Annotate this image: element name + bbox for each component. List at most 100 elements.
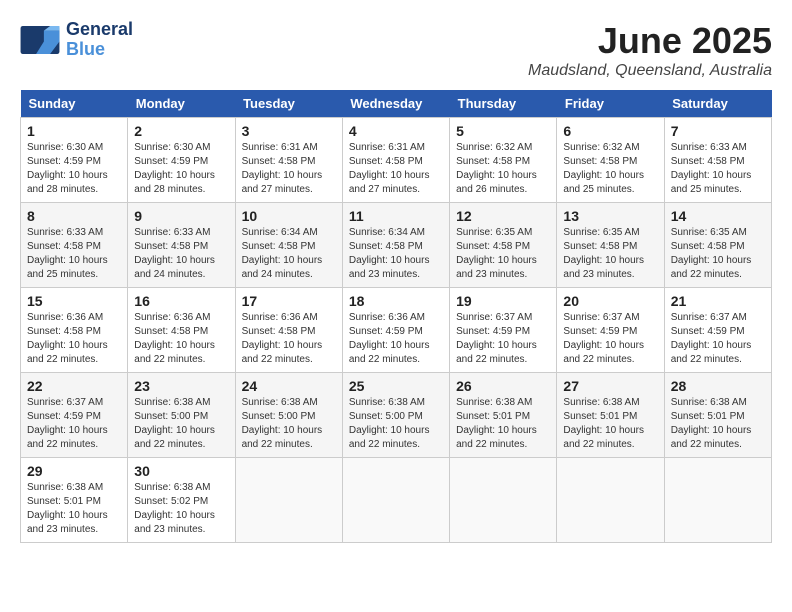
day-info: Sunrise: 6:31 AM Sunset: 4:58 PM Dayligh… (242, 141, 336, 197)
day-info: Sunrise: 6:37 AM Sunset: 4:59 PM Dayligh… (27, 396, 121, 452)
logo-general: General (66, 20, 133, 40)
calendar-day-cell: 25Sunrise: 6:38 AM Sunset: 5:00 PM Dayli… (342, 373, 449, 458)
header-friday: Friday (557, 90, 664, 118)
calendar-day-cell: 29 Sunrise: 6:38 AM Sunset: 5:01 PM Dayli… (21, 458, 128, 543)
day-number: 2 (134, 123, 228, 139)
day-number: 20 (563, 293, 657, 309)
calendar-week-row: 1Sunrise: 6:30 AM Sunset: 4:59 PM Daylig… (21, 118, 772, 203)
day-info: Sunrise: 6:38 AM Sunset: 5:01 PM Dayligh… (27, 481, 121, 537)
calendar-day-cell: 22 Sunrise: 6:37 AM Sunset: 4:59 PM Dayli… (21, 373, 128, 458)
calendar-day-cell: 9 Sunrise: 6:33 AM Sunset: 4:58 PM Daylig… (128, 203, 235, 288)
month-year-title: June 2025 (528, 20, 772, 62)
calendar-day-cell: 11 Sunrise: 6:34 AM Sunset: 4:58 PM Dayli… (342, 203, 449, 288)
title-section: June 2025 Maudsland, Queensland, Austral… (528, 20, 772, 80)
calendar-day-cell: 30 Sunrise: 6:38 AM Sunset: 5:02 PM Dayli… (128, 458, 235, 543)
day-info: Sunrise: 6:38 AM Sunset: 5:02 PM Dayligh… (134, 481, 228, 537)
day-info: Sunrise: 6:31 AM Sunset: 4:58 PM Dayligh… (349, 141, 443, 197)
calendar-day-cell: 21 Sunrise: 6:37 AM Sunset: 4:59 PM Dayli… (664, 288, 771, 373)
day-info: Sunrise: 6:35 AM Sunset: 4:58 PM Dayligh… (563, 226, 657, 282)
day-info: Sunrise: 6:36 AM Sunset: 4:58 PM Dayligh… (27, 311, 121, 367)
day-info: Sunrise: 6:32 AM Sunset: 4:58 PM Dayligh… (456, 141, 550, 197)
header-monday: Monday (128, 90, 235, 118)
calendar-day-cell: 7Sunrise: 6:33 AM Sunset: 4:58 PM Daylig… (664, 118, 771, 203)
calendar-week-row: 8Sunrise: 6:33 AM Sunset: 4:58 PM Daylig… (21, 203, 772, 288)
day-number: 7 (671, 123, 765, 139)
day-number: 18 (349, 293, 443, 309)
header-sunday: Sunday (21, 90, 128, 118)
day-number: 25 (349, 378, 443, 394)
day-number: 5 (456, 123, 550, 139)
day-info: Sunrise: 6:37 AM Sunset: 4:59 PM Dayligh… (456, 311, 550, 367)
day-info: Sunrise: 6:36 AM Sunset: 4:59 PM Dayligh… (349, 311, 443, 367)
logo-blue: Blue (66, 40, 105, 60)
day-number: 3 (242, 123, 336, 139)
day-info: Sunrise: 6:32 AM Sunset: 4:58 PM Dayligh… (563, 141, 657, 197)
calendar-week-row: 15 Sunrise: 6:36 AM Sunset: 4:58 PM Dayli… (21, 288, 772, 373)
day-number: 23 (134, 378, 228, 394)
day-number: 24 (242, 378, 336, 394)
day-number: 29 (27, 463, 121, 479)
day-info: Sunrise: 6:30 AM Sunset: 4:59 PM Dayligh… (134, 141, 228, 197)
day-number: 30 (134, 463, 228, 479)
header-saturday: Saturday (664, 90, 771, 118)
day-number: 11 (349, 208, 443, 224)
day-info: Sunrise: 6:37 AM Sunset: 4:59 PM Dayligh… (671, 311, 765, 367)
day-info: Sunrise: 6:35 AM Sunset: 4:58 PM Dayligh… (456, 226, 550, 282)
day-info: Sunrise: 6:35 AM Sunset: 4:58 PM Dayligh… (671, 226, 765, 282)
logo-text-block: General Blue (66, 20, 133, 60)
day-info: Sunrise: 6:33 AM Sunset: 4:58 PM Dayligh… (27, 226, 121, 282)
day-number: 4 (349, 123, 443, 139)
day-number: 28 (671, 378, 765, 394)
day-info: Sunrise: 6:34 AM Sunset: 4:58 PM Dayligh… (242, 226, 336, 282)
weekday-header-row: Sunday Monday Tuesday Wednesday Thursday… (21, 90, 772, 118)
day-number: 12 (456, 208, 550, 224)
calendar-day-cell: 15 Sunrise: 6:36 AM Sunset: 4:58 PM Dayli… (21, 288, 128, 373)
day-number: 19 (456, 293, 550, 309)
calendar-day-cell: 5 Sunrise: 6:32 AM Sunset: 4:58 PM Daylig… (450, 118, 557, 203)
calendar-day-cell: 20 Sunrise: 6:37 AM Sunset: 4:59 PM Dayli… (557, 288, 664, 373)
calendar-week-row: 22 Sunrise: 6:37 AM Sunset: 4:59 PM Dayli… (21, 373, 772, 458)
calendar-day-cell: 10Sunrise: 6:34 AM Sunset: 4:58 PM Dayli… (235, 203, 342, 288)
calendar-day-cell: 27Sunrise: 6:38 AM Sunset: 5:01 PM Dayli… (557, 373, 664, 458)
calendar-day-cell: 16Sunrise: 6:36 AM Sunset: 4:58 PM Dayli… (128, 288, 235, 373)
calendar-day-cell (342, 458, 449, 543)
calendar-day-cell: 2 Sunrise: 6:30 AM Sunset: 4:59 PM Daylig… (128, 118, 235, 203)
calendar-day-cell: 4 Sunrise: 6:31 AM Sunset: 4:58 PM Daylig… (342, 118, 449, 203)
day-number: 21 (671, 293, 765, 309)
header-wednesday: Wednesday (342, 90, 449, 118)
day-number: 15 (27, 293, 121, 309)
calendar-day-cell: 8Sunrise: 6:33 AM Sunset: 4:58 PM Daylig… (21, 203, 128, 288)
day-number: 6 (563, 123, 657, 139)
day-number: 13 (563, 208, 657, 224)
calendar-day-cell: 19 Sunrise: 6:37 AM Sunset: 4:59 PM Dayli… (450, 288, 557, 373)
day-info: Sunrise: 6:33 AM Sunset: 4:58 PM Dayligh… (134, 226, 228, 282)
calendar-day-cell: 23 Sunrise: 6:38 AM Sunset: 5:00 PM Dayli… (128, 373, 235, 458)
day-number: 22 (27, 378, 121, 394)
day-info: Sunrise: 6:36 AM Sunset: 4:58 PM Dayligh… (242, 311, 336, 367)
day-info: Sunrise: 6:38 AM Sunset: 5:01 PM Dayligh… (671, 396, 765, 452)
day-info: Sunrise: 6:34 AM Sunset: 4:58 PM Dayligh… (349, 226, 443, 282)
calendar-week-row: 29 Sunrise: 6:38 AM Sunset: 5:01 PM Dayli… (21, 458, 772, 543)
calendar-day-cell: 3 Sunrise: 6:31 AM Sunset: 4:58 PM Daylig… (235, 118, 342, 203)
calendar-day-cell (557, 458, 664, 543)
logo: General Blue (20, 20, 133, 60)
calendar-day-cell: 24Sunrise: 6:38 AM Sunset: 5:00 PM Dayli… (235, 373, 342, 458)
day-number: 17 (242, 293, 336, 309)
calendar-day-cell: 13 Sunrise: 6:35 AM Sunset: 4:58 PM Dayli… (557, 203, 664, 288)
calendar-day-cell: 26Sunrise: 6:38 AM Sunset: 5:01 PM Dayli… (450, 373, 557, 458)
calendar-day-cell: 17 Sunrise: 6:36 AM Sunset: 4:58 PM Dayli… (235, 288, 342, 373)
calendar-day-cell (235, 458, 342, 543)
location-subtitle: Maudsland, Queensland, Australia (528, 62, 772, 80)
calendar-day-cell: 6 Sunrise: 6:32 AM Sunset: 4:58 PM Daylig… (557, 118, 664, 203)
day-info: Sunrise: 6:30 AM Sunset: 4:59 PM Dayligh… (27, 141, 121, 197)
calendar-table: Sunday Monday Tuesday Wednesday Thursday… (20, 90, 772, 543)
day-number: 26 (456, 378, 550, 394)
day-number: 9 (134, 208, 228, 224)
day-info: Sunrise: 6:38 AM Sunset: 5:00 PM Dayligh… (134, 396, 228, 452)
day-number: 14 (671, 208, 765, 224)
day-info: Sunrise: 6:36 AM Sunset: 4:58 PM Dayligh… (134, 311, 228, 367)
day-info: Sunrise: 6:38 AM Sunset: 5:01 PM Dayligh… (563, 396, 657, 452)
day-info: Sunrise: 6:37 AM Sunset: 4:59 PM Dayligh… (563, 311, 657, 367)
calendar-day-cell: 1Sunrise: 6:30 AM Sunset: 4:59 PM Daylig… (21, 118, 128, 203)
header-thursday: Thursday (450, 90, 557, 118)
